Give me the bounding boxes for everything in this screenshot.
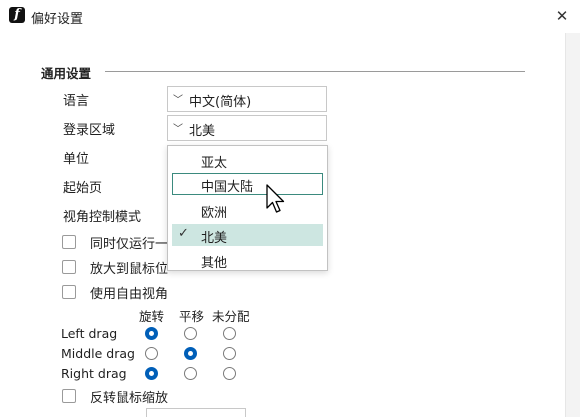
left-drag-unassigned-radio[interactable] [223,327,236,340]
reverse-zoom-checkbox[interactable] [62,389,76,403]
zoom-to-cursor-checkbox[interactable] [62,260,76,274]
region-option-apac[interactable]: 亚太 [172,149,323,171]
right-drag-unassigned-radio[interactable] [223,367,236,380]
free-view-label: 使用自由视角 [90,287,169,302]
partial-bottom-field[interactable] [146,408,246,417]
close-button[interactable]: ✕ [548,2,576,30]
mouse-pointer-icon [266,184,285,213]
free-view-checkbox[interactable] [62,285,76,299]
column-header-unassigned: 未分配 [212,309,250,324]
middle-drag-pan-radio[interactable] [184,347,197,360]
chevron-down-icon: ﹀ [173,95,183,106]
language-combobox-value: 中文(简体) [189,95,252,110]
unit-label: 单位 [63,152,90,167]
view-control-label: 视角控制模式 [63,210,142,225]
region-option-north-america[interactable]: ✓ 北美 [172,224,323,246]
right-drag-pan-radio[interactable] [184,367,197,380]
region-option-label: 欧洲 [201,206,228,221]
right-drag-label: Right drag [61,366,127,381]
section-divider [105,71,525,72]
reverse-zoom-label: 反转鼠标缩放 [90,391,169,406]
window-title: 偏好设置 [31,12,84,27]
middle-drag-rotate-radio[interactable] [145,347,158,360]
region-option-label: 北美 [201,231,228,246]
region-dropdown-list: 亚太 中国大陆 欧洲 ✓ 北美 其他 [167,145,328,271]
chevron-down-icon: ﹀ [173,124,183,135]
left-drag-rotate-radio[interactable] [145,327,158,340]
region-option-europe[interactable]: 欧洲 [172,199,323,221]
start-page-label: 起始页 [63,181,103,196]
single-instance-checkbox[interactable] [62,235,76,249]
region-combobox-value: 北美 [189,124,216,139]
middle-drag-label: Middle drag [61,346,135,361]
app-logo-icon: f [9,7,25,23]
vertical-scrollbar[interactable] [565,33,580,417]
region-combobox[interactable]: ﹀ 北美 [167,115,327,141]
language-combobox[interactable]: ﹀ 中文(简体) [167,86,327,112]
column-header-rotate: 旋转 [139,309,165,324]
single-instance-label: 同时仅运行一 [90,237,169,252]
region-option-label: 其他 [201,256,228,271]
left-drag-pan-radio[interactable] [184,327,197,340]
title-bar: f 偏好设置 ✕ [0,0,580,33]
zoom-to-cursor-label: 放大到鼠标位 [90,262,169,277]
region-option-label: 亚太 [201,156,228,171]
left-drag-label: Left drag [61,326,118,341]
region-option-label: 中国大陆 [201,180,254,195]
column-header-pan: 平移 [179,309,205,324]
region-option-china-mainland[interactable]: 中国大陆 [172,173,323,195]
middle-drag-unassigned-radio[interactable] [223,347,236,360]
checkmark-icon: ✓ [178,226,189,241]
region-option-other[interactable]: 其他 [172,249,323,271]
right-drag-rotate-radio[interactable] [145,367,158,380]
language-label: 语言 [63,94,90,109]
section-title-general: 通用设置 [41,66,92,81]
region-label: 登录区域 [63,123,116,138]
